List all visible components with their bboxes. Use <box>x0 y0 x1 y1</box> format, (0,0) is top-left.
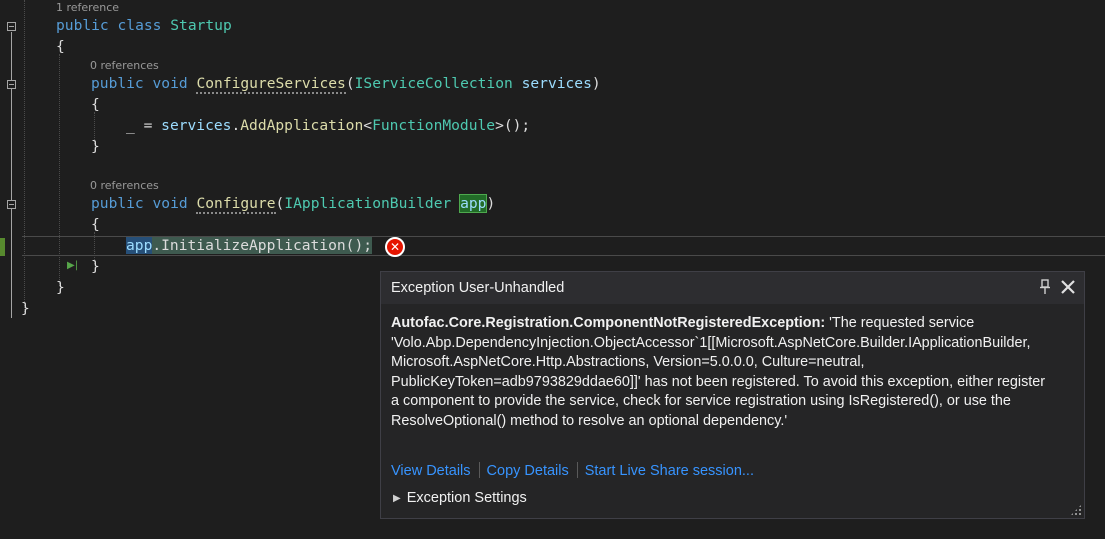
brace: { <box>91 96 100 113</box>
codelens-references[interactable]: 0 references <box>90 59 159 73</box>
code-line-configureservices: public void ConfigureServices(IServiceCo… <box>91 74 601 94</box>
method-call: AddApplication <box>240 117 364 134</box>
view-details-link[interactable]: View Details <box>391 463 471 479</box>
receiver: services <box>161 117 232 134</box>
brace: { <box>56 38 65 55</box>
resize-grip-icon[interactable] <box>1070 504 1082 516</box>
expand-arrow-icon: ▶ <box>393 493 401 504</box>
exception-type: Autofac.Core.Registration.ComponentNotRe… <box>391 315 826 331</box>
popup-header: Exception User-Unhandled <box>381 272 1084 304</box>
link-separator <box>478 462 480 478</box>
exception-settings-toggle[interactable]: ▶ Exception Settings <box>393 488 527 509</box>
code-line-brace: { <box>56 37 65 57</box>
exception-settings-label: Exception Settings <box>406 490 527 506</box>
code-line-brace: { <box>91 95 100 115</box>
link-separator <box>576 462 578 478</box>
param-type: IServiceCollection <box>354 75 513 92</box>
keyword: public <box>91 195 144 212</box>
generic-type: FunctionModule <box>372 117 496 134</box>
run-to-click-icon[interactable]: ▶| <box>67 259 78 273</box>
error-icon[interactable]: ✕ <box>385 237 405 257</box>
collapse-configureservices-icon[interactable] <box>7 80 16 89</box>
exception-message: Autofac.Core.Registration.ComponentNotRe… <box>391 314 1051 431</box>
copy-details-link[interactable]: Copy Details <box>487 463 569 479</box>
punct: . <box>231 117 241 134</box>
brace: } <box>91 138 100 155</box>
method-name: ConfigureServices <box>196 75 346 94</box>
close-icon[interactable] <box>1058 276 1078 298</box>
code-line-configure: public void Configure(IApplicationBuilde… <box>91 194 495 214</box>
code-line-brace: { <box>91 215 100 235</box>
code-line-brace: } <box>91 257 100 277</box>
selected-identifier: app <box>126 237 153 254</box>
exception-detail: 'The requested service 'Volo.Abp.Depende… <box>391 315 1046 429</box>
indent-guide <box>24 0 25 312</box>
method-call: .InitializeApplication(); <box>152 237 373 254</box>
method-name: Configure <box>196 195 276 214</box>
popup-title: Exception User-Unhandled <box>391 280 565 296</box>
punct: ) <box>486 195 496 212</box>
brace: } <box>56 279 65 296</box>
pin-icon[interactable] <box>1040 279 1050 295</box>
codelens-references[interactable]: 1 reference <box>56 1 119 15</box>
exception-helper-popup: Exception User-Unhandled Autofac.Core.Re… <box>380 271 1085 519</box>
outline-line <box>11 32 12 318</box>
code-line-brace: } <box>91 137 100 157</box>
class-name: Startup <box>170 17 232 34</box>
brace: { <box>91 216 100 233</box>
code-line-class-declaration: public class Startup <box>56 16 232 36</box>
param-name: services <box>521 75 592 92</box>
collapse-configure-icon[interactable] <box>7 200 16 209</box>
punct: ) <box>591 75 601 92</box>
keyword: void <box>152 75 188 92</box>
codelens-references[interactable]: 0 references <box>90 179 159 193</box>
param-type: IApplicationBuilder <box>284 195 452 212</box>
keyword: class <box>117 17 162 34</box>
punct: >(); <box>495 117 531 134</box>
discard: _ = <box>126 117 153 134</box>
keyword: void <box>152 195 188 212</box>
param-name-highlight: app <box>459 194 488 213</box>
collapse-class-icon[interactable] <box>7 22 16 31</box>
punct: ( <box>345 75 355 92</box>
code-line-brace: } <box>21 299 30 319</box>
code-line-brace: } <box>56 278 65 298</box>
live-share-link[interactable]: Start Live Share session... <box>585 463 754 479</box>
brace: } <box>21 300 30 317</box>
change-marker <box>0 238 5 256</box>
keyword: public <box>91 75 144 92</box>
code-line-add-application: _ = services.AddApplication<FunctionModu… <box>126 116 530 136</box>
popup-links: View Details Copy Details Start Live Share… <box>391 461 754 481</box>
keyword: public <box>56 17 109 34</box>
code-line-current-statement: app.InitializeApplication(); <box>126 236 373 256</box>
punct: < <box>363 117 373 134</box>
brace: } <box>91 258 100 275</box>
